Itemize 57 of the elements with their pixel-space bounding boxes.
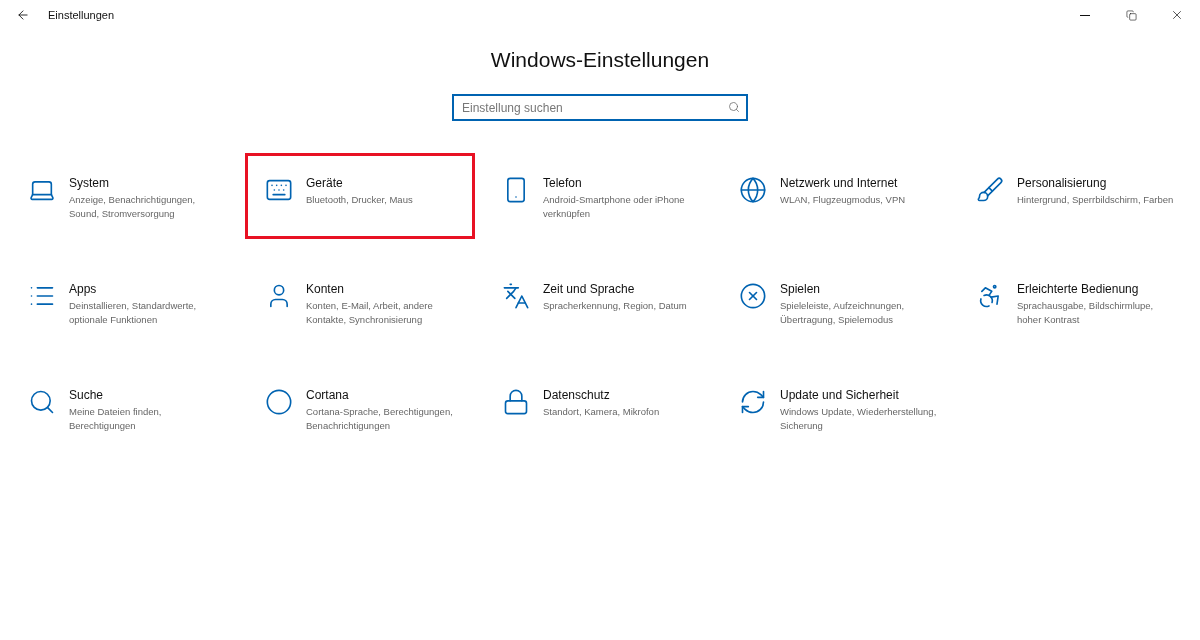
brush-icon [976, 176, 1004, 204]
settings-tile[interactable]: Geräte Bluetooth, Drucker, Maus [245, 153, 475, 239]
settings-tile[interactable]: Zeit und Sprache Spracherkennung, Region, Datum [482, 259, 712, 345]
tile-title: Personalisierung [1017, 176, 1108, 190]
settings-tile[interactable]: Suche Meine Dateien finden, Berechtigungen [8, 365, 238, 451]
settings-tile[interactable]: Update und Sicherheit Windows Update, Wiederherstellung, Sicherung [719, 365, 949, 451]
sync-icon [739, 388, 767, 416]
tile-description: Hintergrund, Sperrbildschirm, Farben [1017, 193, 1175, 207]
tile-description: Meine Dateien finden, Berechtigungen [69, 405, 163, 433]
settings-tile[interactable]: Telefon Android-Smartphone oder iPhone verknüpfen [482, 153, 712, 239]
tile-title: Erleichterte Bedienung [1017, 282, 1140, 296]
page-heading: Windows-Einstellungen [489, 48, 711, 72]
settings-tile[interactable]: Spielen Spieleleiste, Aufzeichnungen, Übertragung, Spielemodus [719, 259, 949, 345]
tile-description: Cortana-Sprache, Berechtigungen, Benachrichtigungen [306, 405, 454, 433]
languages-icon [502, 282, 530, 310]
restore-icon [1125, 9, 1137, 21]
window-title: Einstellungen [48, 9, 116, 21]
tile-description: Deinstallieren, Standardwerte, optionale Funktionen [69, 299, 198, 327]
search-field[interactable]: Einstellung suchen [452, 94, 748, 121]
tile-title: Geräte [306, 176, 344, 190]
tile-title: Telefon [543, 176, 583, 190]
tile-description: Spracherkennung, Region, Datum [543, 299, 688, 313]
circle-icon [265, 388, 293, 416]
tile-title: System [69, 176, 110, 190]
tile-title: Datenschutz [543, 388, 611, 402]
tile-title: Suche [69, 388, 105, 402]
tile-description: Sprachausgabe, Bildschirmlupe, hoher Kontrast [1017, 299, 1155, 327]
tile-title: Spielen [780, 282, 822, 296]
tile-description: WLAN, Flugzeugmodus, VPN [780, 193, 907, 207]
tile-description: Android-Smartphone oder iPhone verknüpfen [543, 193, 686, 221]
tile-description: Windows Update, Wiederherstellung, Sicherung [780, 405, 938, 433]
tile-description: Spieleleiste, Aufzeichnungen, Übertragung, Spielemodus [780, 299, 906, 327]
settings-tile[interactable]: Datenschutz Standort, Kamera, Mikrofon [482, 365, 712, 451]
tile-description: Bluetooth, Drucker, Maus [306, 193, 414, 207]
tile-title: Update und Sicherheit [780, 388, 900, 402]
tile-description: Konten, E-Mail, Arbeit, andere Kontakte, Synchronisierung [306, 299, 434, 327]
globe-icon [739, 176, 767, 204]
settings-tile[interactable]: System Anzeige, Benachrichtigungen, Sound, Stromversorgung [8, 153, 238, 239]
tile-description: Standort, Kamera, Mikrofon [543, 405, 661, 419]
search-icon [728, 101, 740, 113]
tile-title: Zeit und Sprache [543, 282, 636, 296]
tile-title: Netzwerk und Internet [780, 176, 899, 190]
settings-tile[interactable]: Apps Deinstallieren, Standardwerte, optionale Funktionen [8, 259, 238, 345]
close-icon [1170, 8, 1184, 22]
settings-tile[interactable]: Erleichterte Bedienung Sprachausgabe, Bildschirmlupe, hoher Kontrast [956, 259, 1186, 345]
search-icon [28, 388, 56, 416]
lock-icon [502, 388, 530, 416]
tile-description: Anzeige, Benachrichtigungen, Sound, Stromversorgung [69, 193, 197, 221]
settings-tile[interactable]: Cortana Cortana-Sprache, Berechtigungen, Benachrichtigungen [245, 365, 475, 451]
settings-tile[interactable]: Netzwerk und Internet WLAN, Flugzeugmodus, VPN [719, 153, 949, 239]
settings-tile[interactable]: Personalisierung Hintergrund, Sperrbildschirm, Farben [956, 153, 1186, 239]
tile-title: Cortana [306, 388, 350, 402]
settings-tile[interactable]: Konten Konten, E-Mail, Arbeit, andere Kontakte, Synchronisierung [245, 259, 475, 345]
tile-title: Apps [69, 282, 98, 296]
minimize-icon [1080, 14, 1090, 16]
tile-title: Konten [306, 282, 346, 296]
x-circle-icon [739, 282, 767, 310]
